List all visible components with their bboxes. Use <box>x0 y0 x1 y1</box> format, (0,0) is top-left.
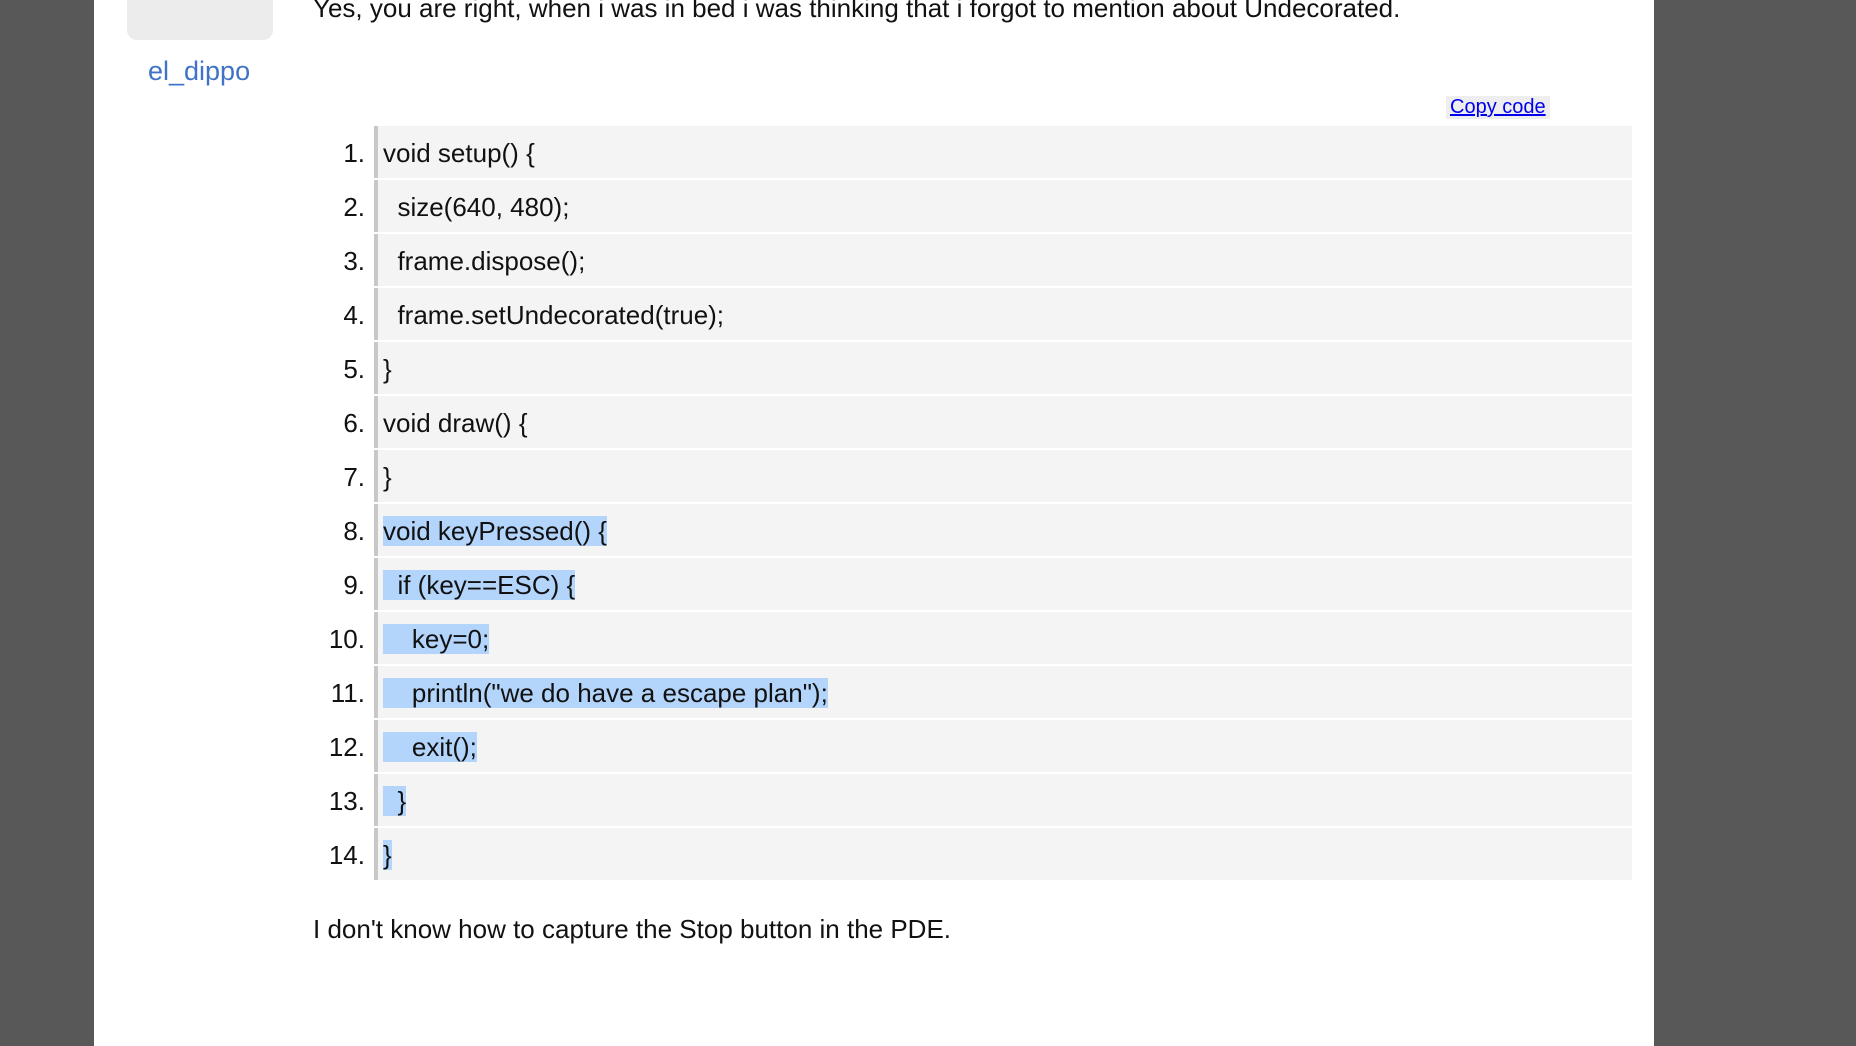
code-text[interactable]: void setup() { <box>383 138 535 168</box>
code-line-body[interactable]: } <box>374 342 1632 394</box>
line-number: 2. <box>343 192 365 222</box>
code-text[interactable]: void draw() { <box>383 408 528 438</box>
code-line-body[interactable]: if (key==ESC) { <box>374 558 1632 610</box>
code-line[interactable]: 10. key=0; <box>313 612 1632 666</box>
code-line-body[interactable]: void keyPressed() { <box>374 504 1632 556</box>
code-line[interactable]: 9. if (key==ESC) { <box>313 558 1632 612</box>
post-text-top: Yes, you are right, when i was in bed i … <box>313 0 1401 23</box>
code-text[interactable]: size(640, 480); <box>383 192 569 222</box>
code-line[interactable]: 1. void setup() { <box>313 126 1632 180</box>
code-line[interactable]: 12. exit(); <box>313 720 1632 774</box>
code-line-body[interactable]: void setup() { <box>374 126 1632 178</box>
selected-code-text[interactable]: } <box>383 840 392 870</box>
code-line-body[interactable]: } <box>374 450 1632 502</box>
line-number: 10. <box>328 624 365 654</box>
line-number: 4. <box>343 300 365 330</box>
code-line[interactable]: 13. } <box>313 774 1632 828</box>
username-link[interactable]: el_dippo <box>148 56 250 87</box>
line-number: 8. <box>343 516 365 546</box>
code-line[interactable]: 2. size(640, 480); <box>313 180 1632 234</box>
code-text[interactable]: frame.setUndecorated(true); <box>383 300 724 330</box>
line-number: 5. <box>343 354 365 384</box>
code-line-body[interactable]: } <box>374 828 1632 880</box>
code-line-body[interactable]: void draw() { <box>374 396 1632 448</box>
code-line-body[interactable]: println("we do have a escape plan"); <box>374 666 1632 718</box>
line-number: 1. <box>343 138 365 168</box>
post-text-bottom: I don't know how to capture the Stop but… <box>313 914 952 944</box>
copy-code-link[interactable]: Copy code <box>1446 96 1550 119</box>
line-number: 13. <box>328 786 365 816</box>
line-number: 3. <box>343 246 365 276</box>
selected-code-text[interactable]: if (key==ESC) { <box>383 570 576 600</box>
line-number: 7. <box>343 462 365 492</box>
line-number: 9. <box>343 570 365 600</box>
code-line[interactable]: 7.} <box>313 450 1632 504</box>
code-line-body[interactable]: size(640, 480); <box>374 180 1632 232</box>
code-line[interactable]: 4. frame.setUndecorated(true); <box>313 288 1632 342</box>
selected-code-text[interactable]: void keyPressed() { <box>383 516 607 546</box>
selected-code-text[interactable]: exit(); <box>383 732 477 762</box>
code-line[interactable]: 14.} <box>313 828 1632 882</box>
code-line[interactable]: 8. void keyPressed() { <box>313 504 1632 558</box>
code-text[interactable]: frame.dispose(); <box>383 246 585 276</box>
code-line-body[interactable]: frame.setUndecorated(true); <box>374 288 1632 340</box>
selected-code-text[interactable]: } <box>383 786 407 816</box>
line-number: 12. <box>328 732 365 762</box>
code-text[interactable]: } <box>383 354 392 384</box>
forum-post: el_dippo Yes, you are right, when i was … <box>94 0 1654 1046</box>
code-line[interactable]: 5.} <box>313 342 1632 396</box>
code-line-body[interactable]: key=0; <box>374 612 1632 664</box>
line-number: 14. <box>328 840 365 870</box>
code-line-body[interactable]: frame.dispose(); <box>374 234 1632 286</box>
code-line-body[interactable]: exit(); <box>374 720 1632 772</box>
code-text[interactable]: } <box>383 462 392 492</box>
line-number: 6. <box>343 408 365 438</box>
code-line[interactable]: 3. frame.dispose(); <box>313 234 1632 288</box>
code-block[interactable]: 1. void setup() {2. size(640, 480); 3. fra… <box>313 126 1632 882</box>
code-line[interactable]: 11. println("we do have a escape plan"); <box>313 666 1632 720</box>
selected-code-text[interactable]: key=0; <box>383 624 490 654</box>
line-number: 11. <box>330 678 365 708</box>
code-line-body[interactable]: } <box>374 774 1632 826</box>
avatar[interactable] <box>127 0 273 40</box>
selected-code-text[interactable]: println("we do have a escape plan"); <box>383 678 828 708</box>
code-line[interactable]: 6. void draw() { <box>313 396 1632 450</box>
